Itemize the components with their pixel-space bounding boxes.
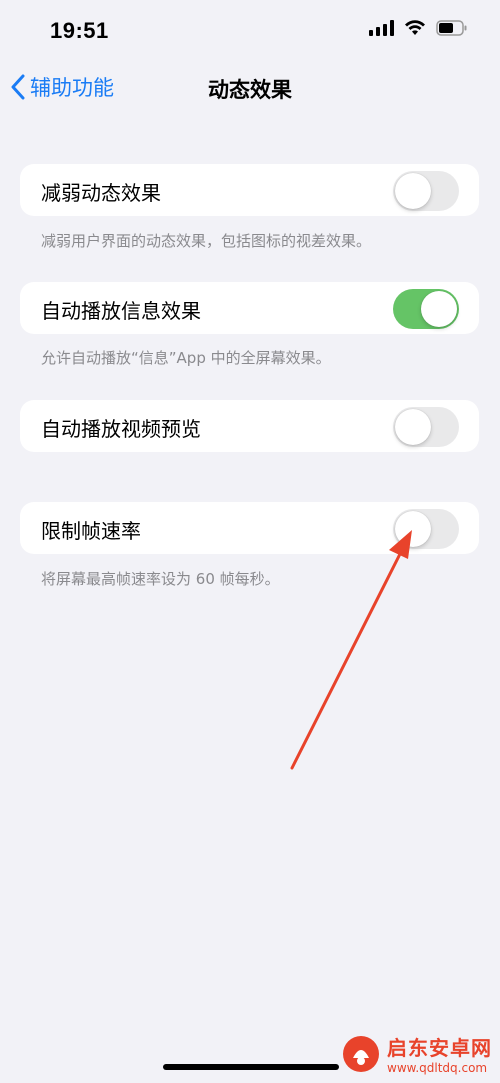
- auto-play-video-previews-toggle[interactable]: [393, 407, 459, 447]
- settings-row-auto-play-video-previews: 自动播放视频预览: [20, 400, 479, 452]
- home-indicator[interactable]: [163, 1064, 339, 1070]
- watermark-title: 启东安卓网: [387, 1036, 492, 1060]
- toggle-knob: [395, 511, 431, 547]
- page-title: 动态效果: [208, 78, 292, 102]
- auto-play-message-effects-toggle[interactable]: [393, 289, 459, 329]
- watermark: 启东安卓网 www.qdltdq.com: [341, 1032, 492, 1075]
- watermark-logo-icon: [343, 1035, 379, 1072]
- status-bar: 19:51: [0, 0, 500, 64]
- row-label: 自动播放视频预览: [41, 417, 201, 441]
- toggle-knob: [395, 173, 431, 209]
- reduce-motion-toggle[interactable]: [393, 171, 459, 211]
- wifi-icon: [404, 20, 426, 36]
- row-label: 自动播放信息效果: [41, 299, 201, 323]
- row-label: 减弱动态效果: [41, 181, 161, 205]
- battery-icon: [436, 20, 468, 36]
- cellular-signal-icon: [369, 20, 394, 36]
- settings-row-reduce-motion: 减弱动态效果: [20, 164, 479, 216]
- row-label: 限制帧速率: [41, 519, 141, 543]
- status-time: 19:51: [50, 18, 109, 43]
- navigation-bar: 辅助功能 动态效果: [0, 64, 500, 114]
- limit-frame-rate-footer: 将屏幕最高帧速率设为 60 帧每秒。: [41, 570, 280, 588]
- watermark-url: www.qdltdq.com: [387, 1061, 488, 1075]
- toggle-knob: [395, 409, 431, 445]
- limit-frame-rate-toggle[interactable]: [393, 509, 459, 549]
- toggle-knob: [421, 291, 457, 327]
- settings-row-limit-frame-rate: 限制帧速率: [20, 502, 479, 554]
- auto-play-message-effects-footer: 允许自动播放“信息”App 中的全屏幕效果。: [41, 349, 331, 367]
- status-icons: [369, 20, 468, 36]
- reduce-motion-footer: 减弱用户界面的动态效果，包括图标的视差效果。: [41, 232, 372, 250]
- settings-row-auto-play-message-effects: 自动播放信息效果: [20, 282, 479, 334]
